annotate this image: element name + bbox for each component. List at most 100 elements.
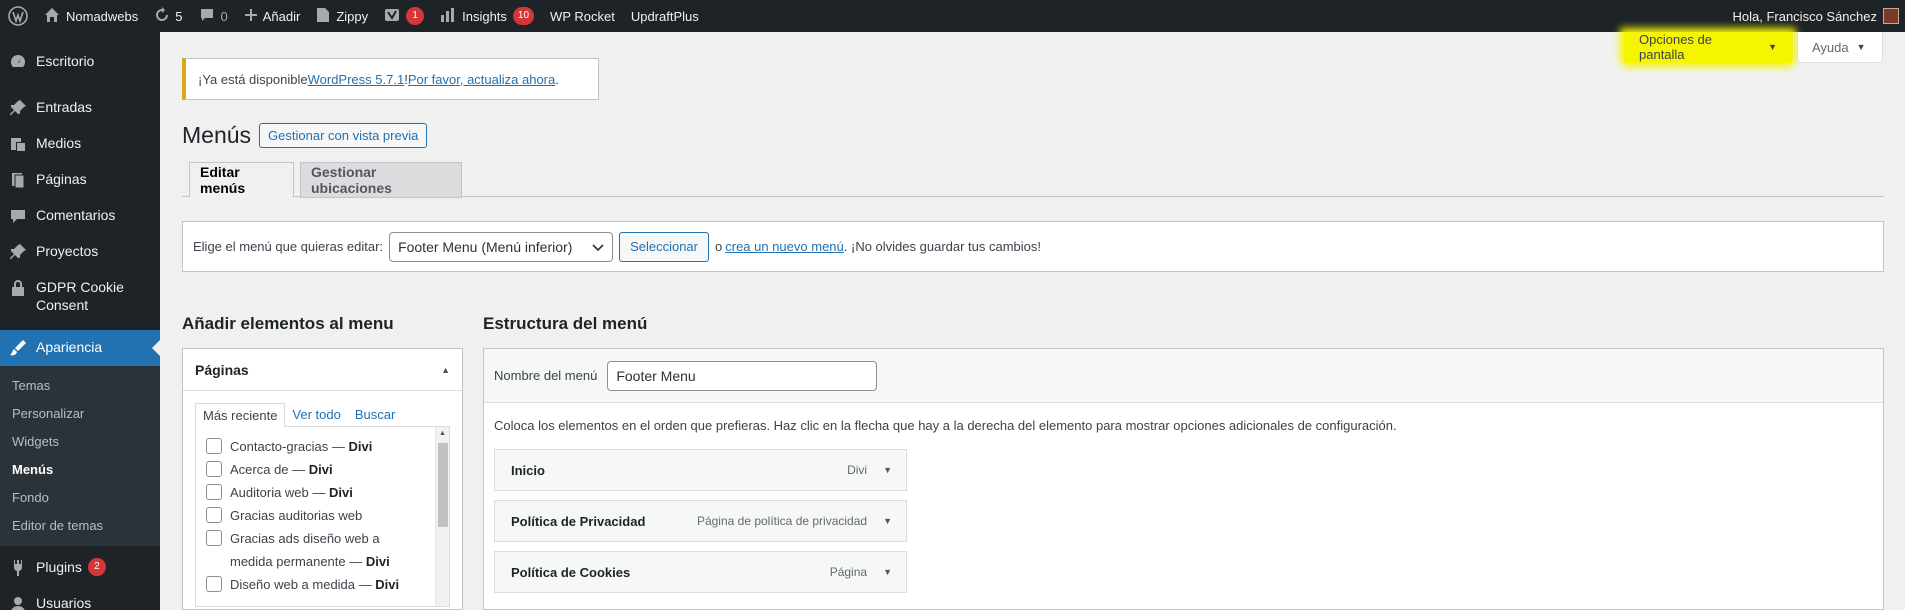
updraftplus-link[interactable]: UpdraftPlus (623, 0, 707, 32)
updates-link[interactable]: 5 (146, 0, 190, 32)
pin-icon (8, 242, 28, 262)
admin-bar: Nomadwebs 5 0 Añadir Zippy 1 Insights 10… (0, 0, 1905, 32)
scrollbar-thumb[interactable] (438, 443, 448, 527)
menu-items-list: Inicio Divi ▼ Política de Privacidad Pág… (484, 433, 1883, 593)
add-new-link[interactable]: Añadir (236, 0, 309, 32)
sidebar-item-escritorio[interactable]: Escritorio (0, 44, 160, 80)
update-now-link[interactable]: Por favor, actualiza ahora (408, 72, 555, 87)
tab-search[interactable]: Buscar (348, 403, 402, 426)
appearance-submenu: Temas Personalizar Widgets Menús Fondo E… (0, 366, 160, 546)
list-item[interactable]: Diseño web a medida — Divi (206, 573, 433, 596)
menu-name-value: Footer Menu (616, 367, 696, 384)
sidebar-item-plugins[interactable]: Plugins 2 (0, 550, 160, 586)
user-greeting: Hola, Francisco Sánchez (1732, 8, 1877, 24)
submenu-menus[interactable]: Menús (0, 456, 160, 484)
site-name-link[interactable]: Nomadwebs (36, 0, 146, 32)
select-menu-label: Elige el menú que quieras editar: (193, 239, 384, 254)
sidebar-item-medios[interactable]: Medios (0, 126, 160, 162)
comments-link[interactable]: 0 (191, 0, 236, 32)
page-item-label: Diseño web a medida — Divi (230, 577, 400, 592)
sidebar-item-label: Plugins (36, 559, 82, 575)
menu-name-input[interactable]: Footer Menu (607, 360, 878, 391)
sidebar-item-entradas[interactable]: Entradas (0, 90, 160, 126)
user-icon (8, 594, 28, 610)
list-item[interactable]: Acerca de — Divi (206, 458, 433, 481)
add-pages-panel: Páginas ▲ Más reciente Ver todo Buscar C… (182, 348, 463, 610)
menu-structure-panel: Nombre del menú Footer Menu Coloca los e… (483, 348, 1884, 610)
submenu-widgets[interactable]: Widgets (0, 428, 160, 456)
tab-edit-menus[interactable]: Editar menús (189, 162, 294, 198)
select-menu-button[interactable]: Seleccionar (619, 231, 709, 262)
page-checkbox[interactable] (206, 530, 222, 546)
menu-item-title: Política de Cookies (511, 564, 631, 580)
page-title: Menús (182, 122, 252, 148)
dashboard-icon (8, 52, 28, 72)
insights-link[interactable]: Insights 10 (432, 0, 542, 32)
sidebar-item-label: Apariencia (36, 339, 103, 355)
menu-item-politica-privacidad[interactable]: Política de Privacidad Página de polític… (494, 500, 907, 542)
scroll-up-icon[interactable]: ▲ (439, 430, 446, 437)
caret-down-icon: ▼ (1856, 42, 1866, 52)
screen-options-button[interactable]: Opciones de pantalla ▼ (1624, 32, 1792, 63)
expand-arrow-icon[interactable]: ▼ (883, 465, 892, 475)
page-checkbox[interactable] (206, 461, 222, 477)
list-item[interactable]: Gracias ads diseño web a medida permanen… (206, 527, 433, 573)
tab-most-recent[interactable]: Más reciente (195, 403, 286, 428)
sidebar-item-proyectos[interactable]: Proyectos (0, 234, 160, 270)
expand-arrow-icon[interactable]: ▼ (883, 567, 892, 577)
menu-item-politica-cookies[interactable]: Política de Cookies Página ▼ (494, 551, 907, 593)
submenu-fondo[interactable]: Fondo (0, 484, 160, 512)
tab-manage-locations[interactable]: Gestionar ubicaciones (300, 162, 462, 198)
sidebar-item-usuarios[interactable]: Usuarios (0, 586, 160, 610)
submenu-personalizar[interactable]: Personalizar (0, 400, 160, 428)
comment-icon (8, 206, 28, 226)
caret-up-icon: ▲ (441, 364, 450, 375)
sidebar-item-label: Proyectos (36, 243, 99, 259)
menu-item-inicio[interactable]: Inicio Divi ▼ (494, 449, 907, 491)
home-icon (44, 7, 60, 26)
page-checkbox[interactable] (206, 438, 222, 454)
page-item-label: Contacto-gracias — Divi (230, 439, 373, 454)
wordpress-logo-icon[interactable] (0, 0, 36, 32)
page-checkbox[interactable] (206, 507, 222, 523)
submenu-temas[interactable]: Temas (0, 372, 160, 400)
list-item[interactable]: Contacto-gracias — Divi (206, 435, 433, 458)
plugins-update-badge: 2 (87, 558, 106, 576)
sidebar-item-label: Entradas (36, 99, 93, 115)
wp-rocket-link[interactable]: WP Rocket (542, 0, 623, 32)
page-icon (8, 170, 28, 190)
zippy-link[interactable]: Zippy (308, 0, 376, 32)
page-checkbox[interactable] (206, 576, 222, 592)
menu-item-type: Página de política de privacidad (696, 514, 868, 528)
chevron-down-icon (592, 239, 604, 255)
manage-menus-bar: Elige el menú que quieras editar: Footer… (182, 221, 1884, 272)
my-account-link[interactable]: Hola, Francisco Sánchez (1724, 0, 1905, 32)
menu-structure-heading: Estructura del menú (483, 314, 648, 333)
page-checkbox[interactable] (206, 484, 222, 500)
sidebar-item-paginas[interactable]: Páginas (0, 162, 160, 198)
wordpress-version-link[interactable]: WordPress 5.7.1 (308, 72, 405, 87)
tab-view-all[interactable]: Ver todo (285, 403, 347, 426)
help-label: Ayuda (1812, 39, 1849, 55)
screen-options-label: Opciones de pantalla (1639, 32, 1712, 62)
pages-accordion-header[interactable]: Páginas ▲ (183, 349, 462, 391)
help-button[interactable]: Ayuda ▼ (1797, 32, 1883, 63)
yoast-badge: 1 (406, 7, 425, 25)
menu-select[interactable]: Footer Menu (Menú inferior) (389, 231, 614, 262)
sidebar-item-gdpr[interactable]: GDPR Cookie Consent (0, 270, 160, 322)
expand-arrow-icon[interactable]: ▼ (883, 516, 892, 526)
sidebar-item-apariencia[interactable]: Apariencia (0, 330, 160, 366)
create-new-menu-link[interactable]: crea un nuevo menú (725, 239, 844, 254)
sidebar-item-comentarios[interactable]: Comentarios (0, 198, 160, 234)
insights-label: Insights (462, 8, 507, 24)
list-item[interactable]: Gracias auditorias web (206, 504, 433, 527)
pages-section-title: Páginas (195, 361, 249, 378)
list-item[interactable]: Auditoria web — Divi (206, 481, 433, 504)
yoast-link[interactable]: 1 (376, 0, 432, 32)
comment-bubble-icon (199, 7, 215, 26)
submenu-editor-temas[interactable]: Editor de temas (0, 512, 160, 540)
menu-select-value: Footer Menu (Menú inferior) (398, 238, 573, 255)
manage-with-preview-button[interactable]: Gestionar con vista previa (259, 123, 428, 148)
page-item-label: Auditoria web — Divi (230, 485, 353, 500)
list-scrollbar[interactable]: ▲ (435, 427, 449, 606)
